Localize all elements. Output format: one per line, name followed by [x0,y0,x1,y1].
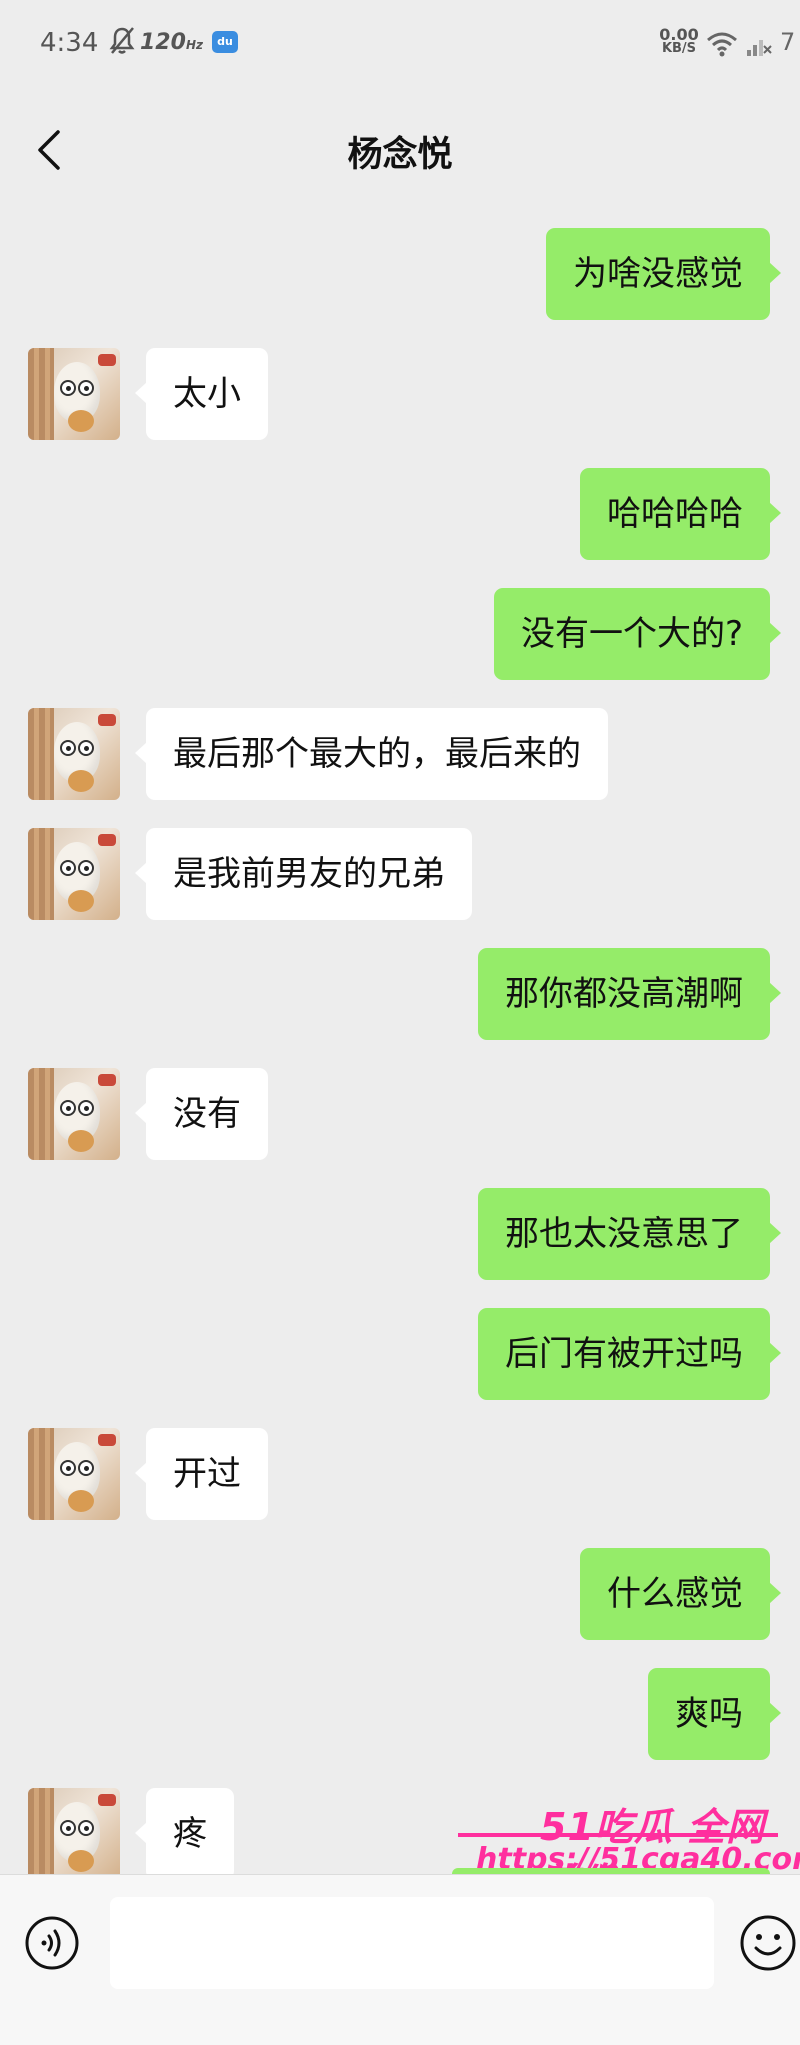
network-speed: 0.00 KB/S [659,25,699,56]
message-bubble-outgoing[interactable]: 那也太没意思了 [478,1188,781,1280]
wifi-icon [707,32,737,57]
input-bar [0,1874,800,2045]
message-bubble-incoming[interactable]: 没有 [135,1068,268,1160]
message-bubble-incoming[interactable]: 疼 [135,1788,234,1880]
message-bubble-incoming[interactable]: 最后那个最大的，最后来的 [135,708,608,800]
refresh-rate: 120Hz [140,30,203,55]
message-bubble-incoming[interactable]: 太小 [135,348,268,440]
message-bubble-outgoing[interactable]: 后门有被开过吗 [478,1308,781,1400]
message-bubble-outgoing[interactable]: 没有一个大的? [493,588,782,680]
contact-avatar[interactable] [28,1068,120,1160]
battery-level: 7 [780,28,796,56]
contact-avatar[interactable] [28,708,120,800]
message-input[interactable] [110,1897,714,1989]
status-time: 4:34 [40,28,99,58]
emoji-icon[interactable] [738,1913,798,1973]
contact-avatar[interactable] [28,1788,120,1880]
app-notification-icon: du [212,31,238,53]
message-bubble-outgoing[interactable]: 为啥没感觉 [546,228,781,320]
watermark-divider [458,1833,778,1837]
message-list[interactable]: 为啥没感觉 太小 哈哈哈哈 没有一个大的? 最后那个最大的，最后来的 是我前男友… [0,204,800,1880]
contact-avatar[interactable] [28,1428,120,1520]
contact-avatar[interactable] [28,348,120,440]
message-bubble-outgoing[interactable]: 什么感觉 [580,1548,781,1640]
message-bubble-outgoing[interactable]: 那你都没高潮啊 [478,948,781,1040]
voice-icon[interactable] [24,1915,80,1971]
message-bubble-outgoing[interactable]: 哈哈哈哈 [580,468,781,560]
contact-avatar[interactable] [28,828,120,920]
message-bubble-outgoing[interactable]: 爽吗 [648,1668,781,1760]
message-bubble-incoming[interactable]: 开过 [135,1428,268,1520]
chat-title: 杨念悦 [347,135,453,175]
message-bubble-incoming[interactable]: 是我前男友的兄弟 [135,828,472,920]
chat-header: 杨念悦 [0,96,800,204]
signal-icon [747,40,772,56]
status-bar: 4:34 120Hz du 0.00 KB/S 7 [0,0,800,96]
muted-bell-icon [109,27,135,54]
